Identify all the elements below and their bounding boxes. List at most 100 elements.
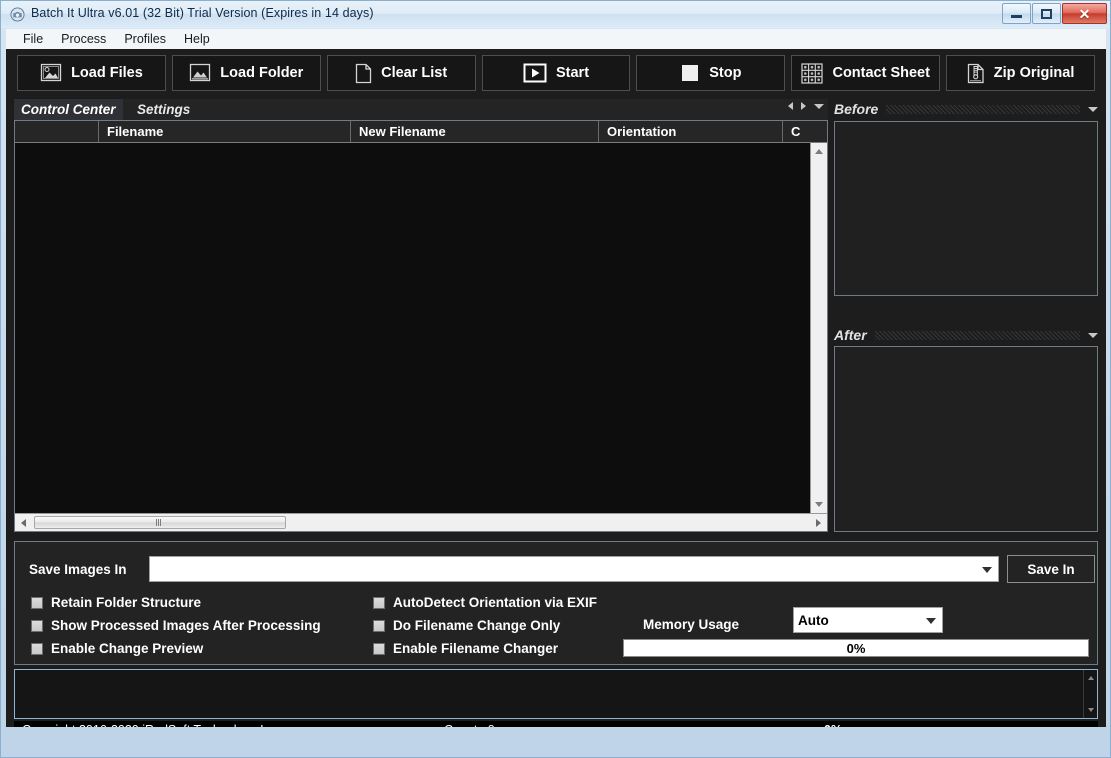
scroll-left-button[interactable] xyxy=(15,514,32,531)
after-preview-title: After xyxy=(834,327,867,343)
memory-usage-chevron-down-icon[interactable] xyxy=(926,618,936,624)
checkbox-box-icon[interactable] xyxy=(373,620,385,632)
memory-usage-value: Auto xyxy=(798,613,829,628)
tab-navigation xyxy=(788,102,824,110)
tab-strip: Control Center Settings xyxy=(14,99,828,120)
tab-settings-label: Settings xyxy=(137,102,190,117)
arrow-up-icon xyxy=(1088,676,1094,680)
stop-square-icon xyxy=(680,63,700,83)
checkbox-box-icon[interactable] xyxy=(31,597,43,609)
checkbox-enable-change-preview[interactable]: Enable Change Preview xyxy=(31,641,203,656)
contact-sheet-label: Contact Sheet xyxy=(832,65,930,81)
stop-button[interactable]: Stop xyxy=(636,55,785,91)
title-bar[interactable]: Batch It Ultra v6.01 (32 Bit) Trial Vers… xyxy=(1,1,1110,28)
tab-settings[interactable]: Settings xyxy=(130,99,197,120)
before-preview-title: Before xyxy=(834,101,878,117)
log-pane[interactable] xyxy=(14,669,1098,719)
column-header-orientation[interactable]: Orientation xyxy=(599,121,783,142)
checkbox-box-icon[interactable] xyxy=(373,597,385,609)
arrow-up-icon xyxy=(815,149,823,154)
before-hatch-divider xyxy=(886,105,1080,114)
after-preview-image[interactable] xyxy=(834,346,1098,532)
menu-bar: File Process Profiles Help xyxy=(6,29,1106,49)
contact-sheet-button[interactable]: Contact Sheet xyxy=(791,55,940,91)
checkbox-label: AutoDetect Orientation via EXIF xyxy=(393,595,597,610)
settings-panel: Save Images In Save In Retain Folder Str… xyxy=(14,541,1098,665)
column-header-new-filename[interactable]: New Filename xyxy=(351,121,599,142)
load-folder-button[interactable]: Load Folder xyxy=(172,55,321,91)
zip-original-button[interactable]: Zip Original xyxy=(946,55,1095,91)
play-icon xyxy=(523,63,547,83)
file-list-horizontal-scrollbar[interactable] xyxy=(15,513,827,531)
checkbox-box-icon[interactable] xyxy=(31,620,43,632)
maximize-icon xyxy=(1041,9,1052,19)
zip-original-label: Zip Original xyxy=(994,65,1075,81)
checkbox-label: Retain Folder Structure xyxy=(51,595,201,610)
memory-usage-label: Memory Usage xyxy=(643,617,739,632)
save-path-chevron-down-icon[interactable] xyxy=(982,567,992,573)
client-area: Load Files Load Folder Clear List xyxy=(6,49,1106,727)
triangle-left-icon[interactable] xyxy=(788,102,793,110)
log-scroll-down-button[interactable] xyxy=(1084,704,1097,716)
checkbox-retain-folder-structure[interactable]: Retain Folder Structure xyxy=(31,595,201,610)
clear-list-button[interactable]: Clear List xyxy=(327,55,476,91)
menu-item-file[interactable]: File xyxy=(14,31,52,47)
column-header-c[interactable]: C xyxy=(783,121,811,142)
triangle-down-icon[interactable] xyxy=(814,104,824,109)
column-header-blank[interactable] xyxy=(15,121,99,142)
close-button[interactable]: ✕ xyxy=(1062,3,1107,24)
main-toolbar: Load Files Load Folder Clear List xyxy=(9,52,1103,94)
checkbox-show-processed-images[interactable]: Show Processed Images After Processing xyxy=(31,618,321,633)
after-preview-header: After xyxy=(834,325,1098,345)
checkbox-label: Do Filename Change Only xyxy=(393,618,560,633)
save-in-label: Save In xyxy=(1027,562,1074,577)
column-header-filename[interactable]: Filename xyxy=(99,121,351,142)
triangle-right-icon[interactable] xyxy=(801,102,806,110)
before-preview-image[interactable] xyxy=(834,121,1098,296)
checkbox-box-icon[interactable] xyxy=(31,643,43,655)
checkbox-enable-filename-changer[interactable]: Enable Filename Changer xyxy=(373,641,558,656)
hscroll-thumb[interactable] xyxy=(34,516,286,529)
scroll-right-button[interactable] xyxy=(810,514,827,531)
after-chevron-down-icon[interactable] xyxy=(1088,333,1098,338)
image-folder-icon xyxy=(189,63,211,83)
scroll-down-button[interactable] xyxy=(811,496,827,513)
arrow-right-icon xyxy=(816,519,821,527)
before-chevron-down-icon[interactable] xyxy=(1088,107,1098,112)
menu-item-process[interactable]: Process xyxy=(52,31,115,47)
clear-list-label: Clear List xyxy=(381,65,447,81)
blank-page-icon xyxy=(355,63,372,84)
grip-icon xyxy=(156,519,164,526)
load-folder-label: Load Folder xyxy=(220,65,303,81)
checkbox-do-filename-change-only[interactable]: Do Filename Change Only xyxy=(373,618,560,633)
file-list[interactable]: Filename New Filename Orientation C xyxy=(14,120,828,532)
minimize-button[interactable] xyxy=(1002,3,1031,24)
arrow-left-icon xyxy=(21,519,26,527)
save-path-input[interactable] xyxy=(149,556,999,582)
minimize-icon xyxy=(1011,15,1022,18)
file-list-body[interactable] xyxy=(15,143,810,513)
menu-item-help[interactable]: Help xyxy=(175,31,219,47)
load-files-button[interactable]: Load Files xyxy=(17,55,166,91)
settings-progress-label: 0% xyxy=(847,641,866,656)
app-window: Batch It Ultra v6.01 (32 Bit) Trial Vers… xyxy=(0,0,1111,758)
checkbox-box-icon[interactable] xyxy=(373,643,385,655)
checkbox-autodetect-orientation[interactable]: AutoDetect Orientation via EXIF xyxy=(373,595,597,610)
save-in-button[interactable]: Save In xyxy=(1007,555,1095,583)
close-icon: ✕ xyxy=(1079,7,1091,21)
memory-usage-select[interactable]: Auto xyxy=(793,607,943,633)
log-scrollbar[interactable] xyxy=(1083,670,1097,718)
load-files-label: Load Files xyxy=(71,65,143,81)
menu-item-profiles[interactable]: Profiles xyxy=(115,31,175,47)
file-list-header: Filename New Filename Orientation C xyxy=(15,121,827,143)
file-list-vertical-scrollbar[interactable] xyxy=(810,143,827,513)
scroll-up-button[interactable] xyxy=(811,143,827,160)
stop-label: Stop xyxy=(709,65,741,81)
tab-control-center[interactable]: Control Center xyxy=(14,99,123,122)
maximize-button[interactable] xyxy=(1032,3,1061,24)
log-scroll-up-button[interactable] xyxy=(1084,672,1097,684)
start-button[interactable]: Start xyxy=(482,55,631,91)
status-bar: Copyright 2016-2020 iRedSoft Technology … xyxy=(14,721,1098,727)
checkbox-label: Enable Change Preview xyxy=(51,641,203,656)
status-count: Count : 0 xyxy=(444,723,495,727)
